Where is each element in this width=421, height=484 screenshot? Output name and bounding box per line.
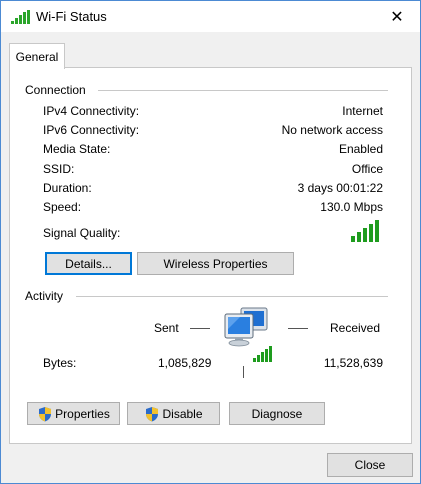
wireless-properties-label: Wireless Properties [163,256,268,271]
diagnose-label: Diagnose [251,406,303,421]
media-state-label: Media State: [43,142,111,156]
details-button-label: Details... [65,256,112,271]
media-state-value: Enabled [338,142,383,156]
uac-shield-icon [146,406,159,421]
activity-heading: Activity [25,289,70,303]
title-bar: Wi-Fi Status ✕ [1,1,420,32]
signal-quality-icon [351,220,379,242]
signal-bar [357,232,361,242]
network-computers-icon [224,307,272,378]
bytes-sent-value: 1,085,829 [158,356,212,370]
ipv4-value: Internet [342,104,383,118]
close-icon: ✕ [390,8,404,26]
signal-bar [363,228,367,242]
ssid-value: Office [351,162,383,176]
wireless-properties-button[interactable]: Wireless Properties [137,252,294,275]
bytes-label: Bytes: [43,356,77,370]
tab-general-label: General [15,49,59,64]
ssid-label: SSID: [43,162,75,176]
speed-value: 130.0 Mbps [320,200,383,214]
duration-label: Duration: [43,181,92,195]
details-button[interactable]: Details... [45,252,132,275]
disable-button[interactable]: Disable [127,402,220,425]
signal-bar [369,224,373,242]
signal-bar [351,236,355,242]
wifi-status-window: Wi-Fi Status ✕ General Connection IPv4 C… [0,0,421,484]
ipv6-label: IPv6 Connectivity: [43,123,140,137]
speed-label: Speed: [43,200,82,214]
uac-shield-icon [39,406,52,421]
ipv6-value: No network access [281,123,383,137]
sent-line [190,328,210,329]
signal-quality-label: Signal Quality: [43,226,121,240]
close-button[interactable]: Close [327,453,413,477]
sent-label: Sent [154,321,179,335]
close-button-label: Close [354,458,386,472]
title-close-button[interactable]: ✕ [374,1,420,32]
ipv4-label: IPv4 Connectivity: [43,104,140,118]
wifi-signal-icon [11,10,30,24]
properties-button[interactable]: Properties [27,402,120,425]
duration-value: 3 days 00:01:22 [297,181,383,195]
general-panel: Connection IPv4 Connectivity: Internet I… [9,67,412,444]
properties-label: Properties [55,406,110,421]
diagnose-button[interactable]: Diagnose [229,402,325,425]
signal-bar [375,220,379,242]
window-title: Wi-Fi Status [36,9,107,24]
disable-label: Disable [162,406,203,421]
tab-general[interactable]: General [9,43,65,69]
bytes-received-value: 11,528,639 [323,356,383,370]
activity-divider [76,296,388,297]
received-label: Received [330,321,381,335]
connection-heading: Connection [25,83,92,97]
connection-divider [98,90,388,91]
received-line [288,328,308,329]
